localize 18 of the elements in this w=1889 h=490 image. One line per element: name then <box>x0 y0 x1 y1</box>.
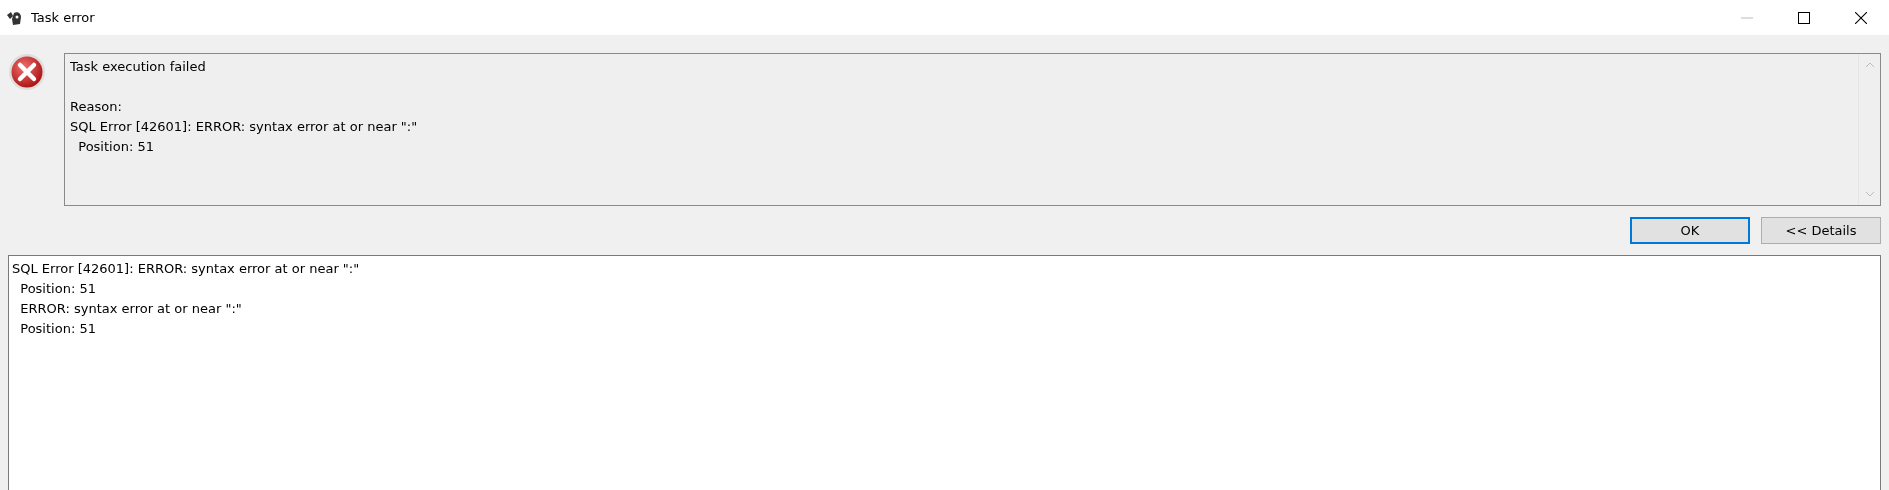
scroll-down-icon[interactable] <box>1864 191 1875 197</box>
scroll-up-icon[interactable] <box>1864 62 1875 68</box>
reason-label: Reason: <box>70 98 123 116</box>
details-button[interactable]: << Details <box>1761 217 1881 244</box>
details-line: Position: 51 <box>19 320 97 338</box>
details-line: ERROR: syntax error at or near ":" <box>19 300 243 318</box>
details-text-area[interactable]: SQL Error [42601]: ERROR: syntax error at or near ":" Position: 51 ERROR: syntax error at or near ":" Position: 51 <box>8 255 1881 490</box>
close-icon[interactable] <box>1855 11 1867 24</box>
app-icon <box>6 9 22 26</box>
ok-button[interactable]: OK <box>1630 217 1750 244</box>
error-icon <box>8 53 46 91</box>
details-line: Position: 51 <box>19 280 97 298</box>
details-line: SQL Error [42601]: ERROR: syntax error at or near ":" <box>12 260 361 278</box>
window-title: Task error <box>31 10 95 25</box>
message-headline: Task execution failed <box>70 58 207 76</box>
reason-line: SQL Error [42601]: ERROR: syntax error at or near ":" <box>70 118 419 136</box>
maximize-icon[interactable] <box>1798 11 1810 24</box>
reason-line: Position: 51 <box>77 138 155 156</box>
